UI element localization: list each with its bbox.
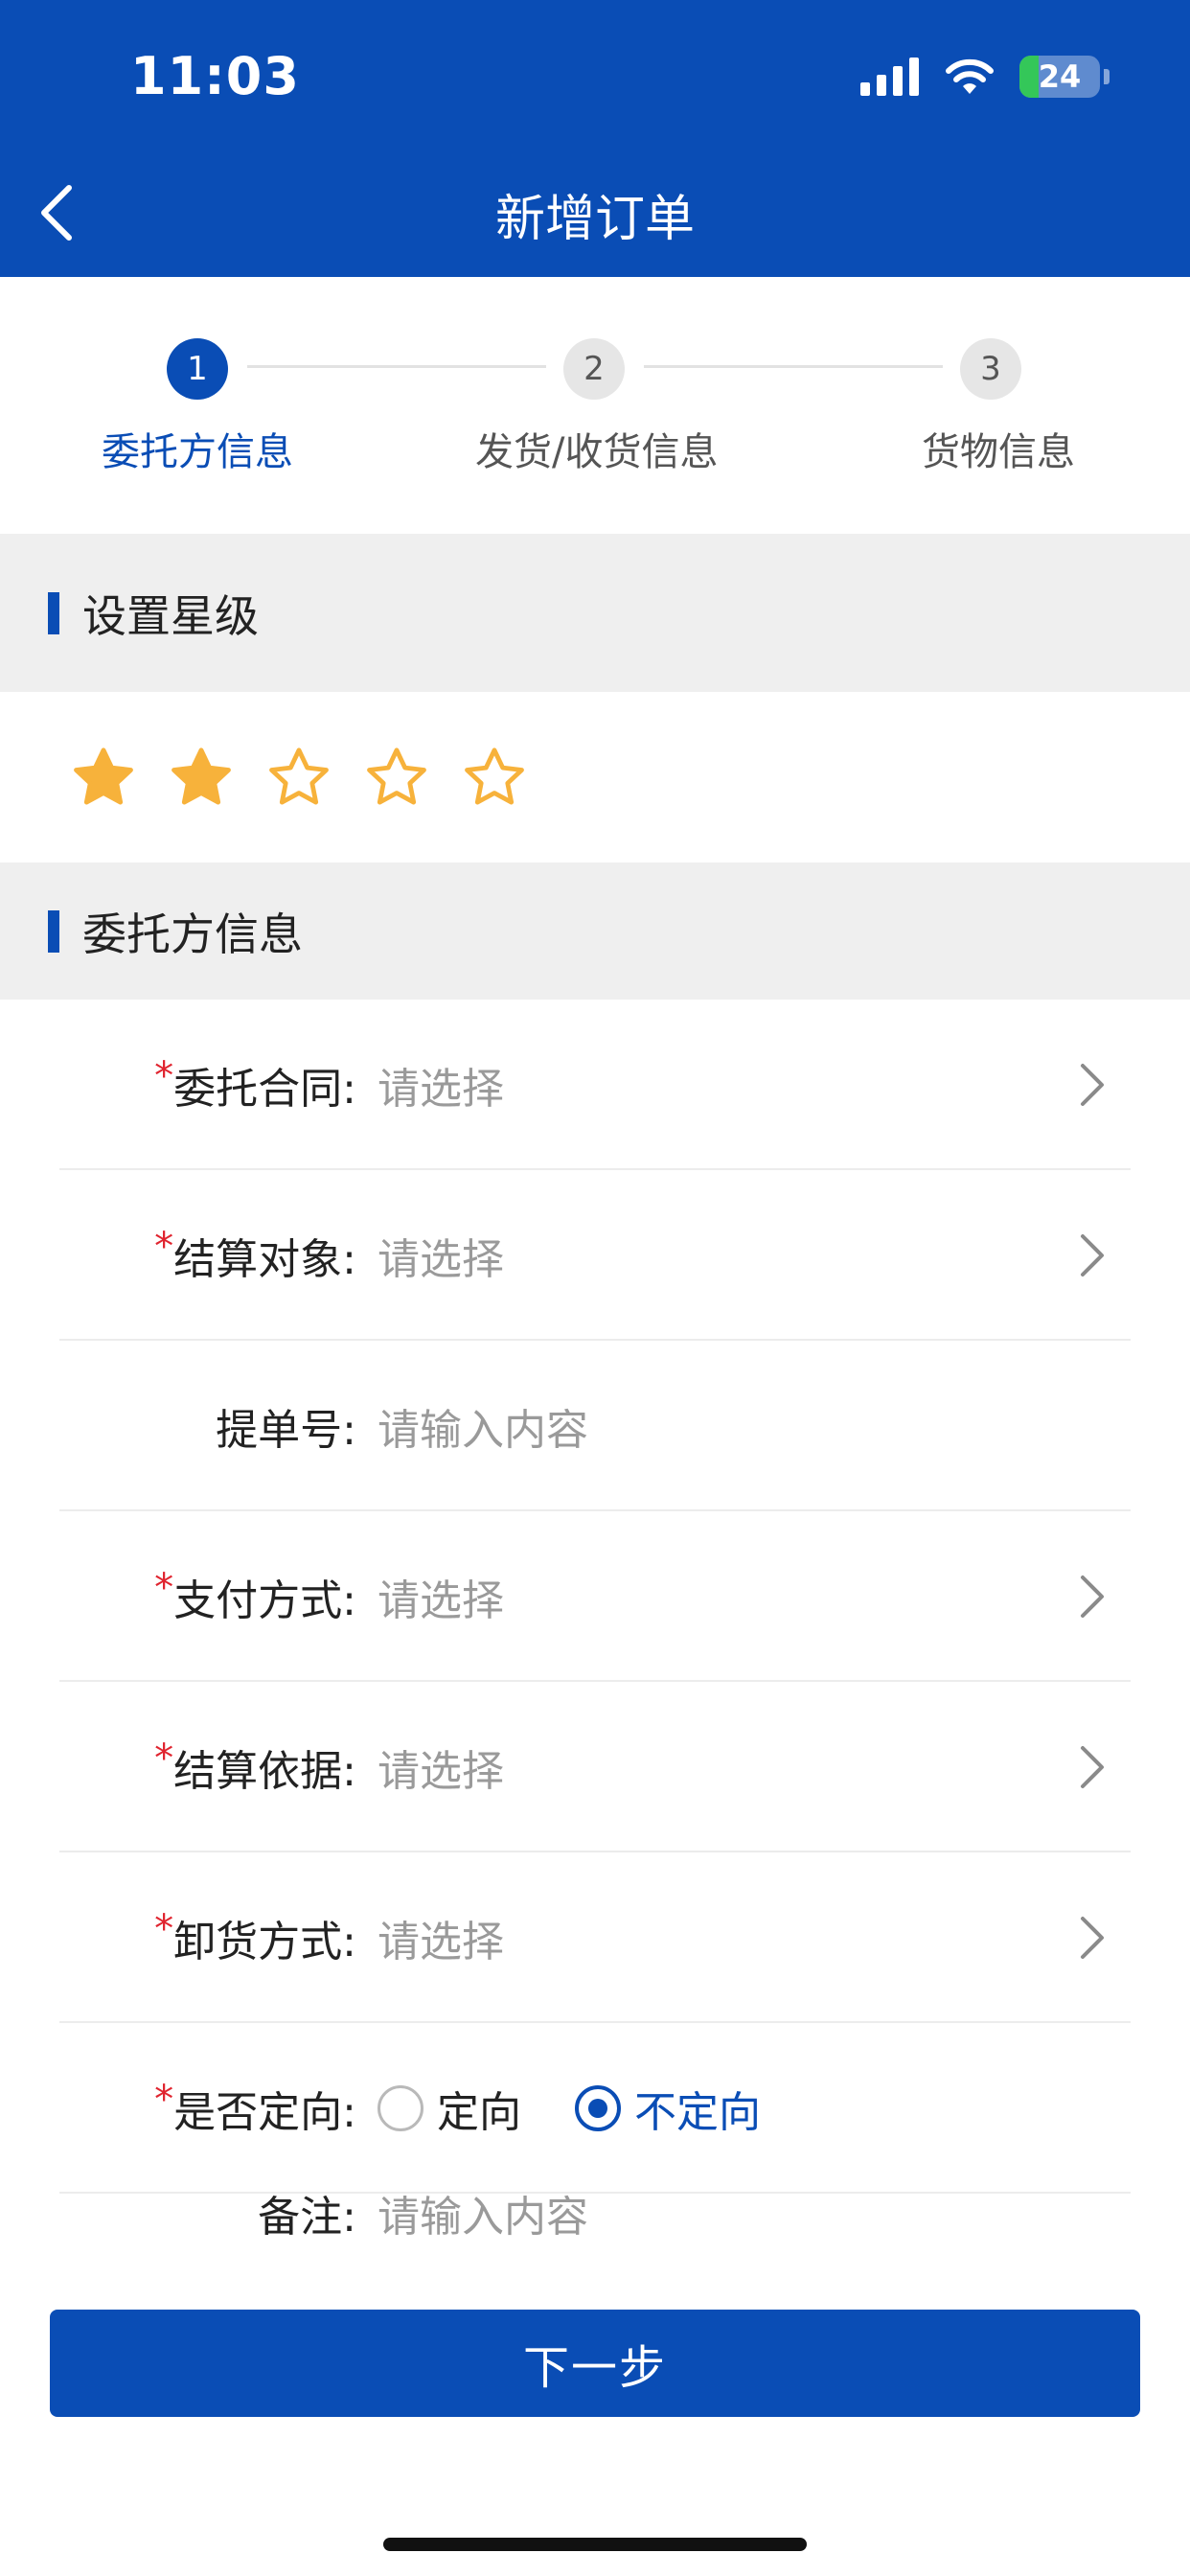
bill-no-label: 提单号:: [216, 1406, 356, 1455]
step-connector: [644, 365, 943, 368]
star-icon[interactable]: [69, 743, 138, 812]
remark-row-clip: 备注: 请输入内容: [0, 2137, 1190, 2281]
required-mark: *: [154, 1225, 174, 1269]
step-connector: [247, 365, 546, 368]
home-indicator: [383, 2538, 807, 2551]
chevron-right-icon: [1081, 1746, 1104, 1788]
chevron-right-icon: [1081, 1576, 1104, 1618]
rating-section-header: 设置星级: [0, 534, 1190, 692]
contract-select[interactable]: 请选择: [366, 1054, 1190, 1116]
contract-row[interactable]: *委托合同: 请选择: [0, 1000, 1190, 1170]
radio-directed[interactable]: [378, 2085, 423, 2131]
settle-target-row[interactable]: *结算对象: 请选择: [0, 1170, 1190, 1341]
page-title: 新增订单: [494, 191, 695, 248]
directed-radio-group: 定向 不定向: [366, 2078, 1190, 2139]
radio-not-directed[interactable]: [575, 2085, 621, 2131]
step-3-label: 货物信息: [922, 430, 1075, 474]
star-rating: [0, 692, 1190, 862]
status-icons: 24: [860, 56, 1110, 98]
unload-select[interactable]: 请选择: [366, 1907, 1190, 1968]
settle-target-select[interactable]: 请选择: [366, 1225, 1190, 1286]
settle-basis-label: 结算依据:: [173, 1747, 356, 1796]
star-icon[interactable]: [362, 743, 431, 812]
step-3-number: 3: [960, 338, 1021, 400]
client-info-form: *委托合同: 请选择 *结算对象: 请选择 提单号: 请输入内容 *支付方式: …: [0, 1000, 1190, 2194]
radio-directed-label[interactable]: 定向: [437, 2078, 521, 2139]
remark-input[interactable]: 请输入内容: [366, 2182, 1190, 2243]
status-time: 11:03: [130, 46, 300, 106]
settle-target-label: 结算对象:: [173, 1235, 356, 1284]
step-indicator: 1 2 3 委托方信息 发货/收货信息 货物信息: [0, 277, 1190, 534]
battery-level: 24: [1038, 58, 1082, 95]
star-icon[interactable]: [264, 743, 333, 812]
payment-label: 支付方式:: [173, 1576, 356, 1625]
step-2-number: 2: [563, 338, 625, 400]
contract-label: 委托合同:: [173, 1065, 356, 1114]
chevron-right-icon: [1081, 1064, 1104, 1106]
wifi-icon: [946, 58, 994, 94]
step-1-number: 1: [167, 338, 228, 400]
footer-bar: 下一步: [0, 2281, 1190, 2576]
payment-select[interactable]: 请选择: [366, 1566, 1190, 1627]
unload-label: 卸货方式:: [173, 1918, 356, 1966]
payment-row[interactable]: *支付方式: 请选择: [0, 1511, 1190, 1682]
required-mark: *: [154, 2078, 174, 2122]
cellular-signal-icon: [860, 58, 919, 96]
star-icon[interactable]: [460, 743, 529, 812]
app-header: 11:03 24 新增订单: [0, 0, 1190, 277]
section-accent-bar: [48, 909, 59, 953]
next-step-button[interactable]: 下一步: [50, 2310, 1140, 2417]
radio-not-directed-label[interactable]: 不定向: [634, 2078, 761, 2139]
section-title: 委托方信息: [82, 908, 303, 960]
bill-no-row: 提单号: 请输入内容: [0, 1341, 1190, 1511]
section-accent-bar: [48, 591, 59, 634]
directed-label: 是否定向:: [173, 2088, 356, 2137]
chevron-right-icon: [1081, 1917, 1104, 1959]
settle-basis-select[interactable]: 请选择: [366, 1736, 1190, 1798]
section-title: 设置星级: [82, 589, 259, 642]
chevron-right-icon: [1081, 1234, 1104, 1276]
required-mark: *: [154, 1907, 174, 1951]
client-section-header: 委托方信息: [0, 862, 1190, 1000]
settle-basis-row[interactable]: *结算依据: 请选择: [0, 1682, 1190, 1852]
remark-row: 备注: 请输入内容: [0, 2137, 1190, 2281]
required-mark: *: [154, 1054, 174, 1098]
bill-no-input[interactable]: 请输入内容: [366, 1395, 1190, 1457]
unload-row[interactable]: *卸货方式: 请选择: [0, 1852, 1190, 2023]
required-mark: *: [154, 1566, 174, 1610]
step-2-label: 发货/收货信息: [475, 430, 719, 474]
star-icon[interactable]: [167, 743, 236, 812]
remark-label: 备注:: [258, 2193, 356, 2242]
required-mark: *: [154, 1736, 174, 1781]
battery-icon: 24: [1019, 56, 1100, 98]
step-1-label: 委托方信息: [102, 430, 293, 474]
